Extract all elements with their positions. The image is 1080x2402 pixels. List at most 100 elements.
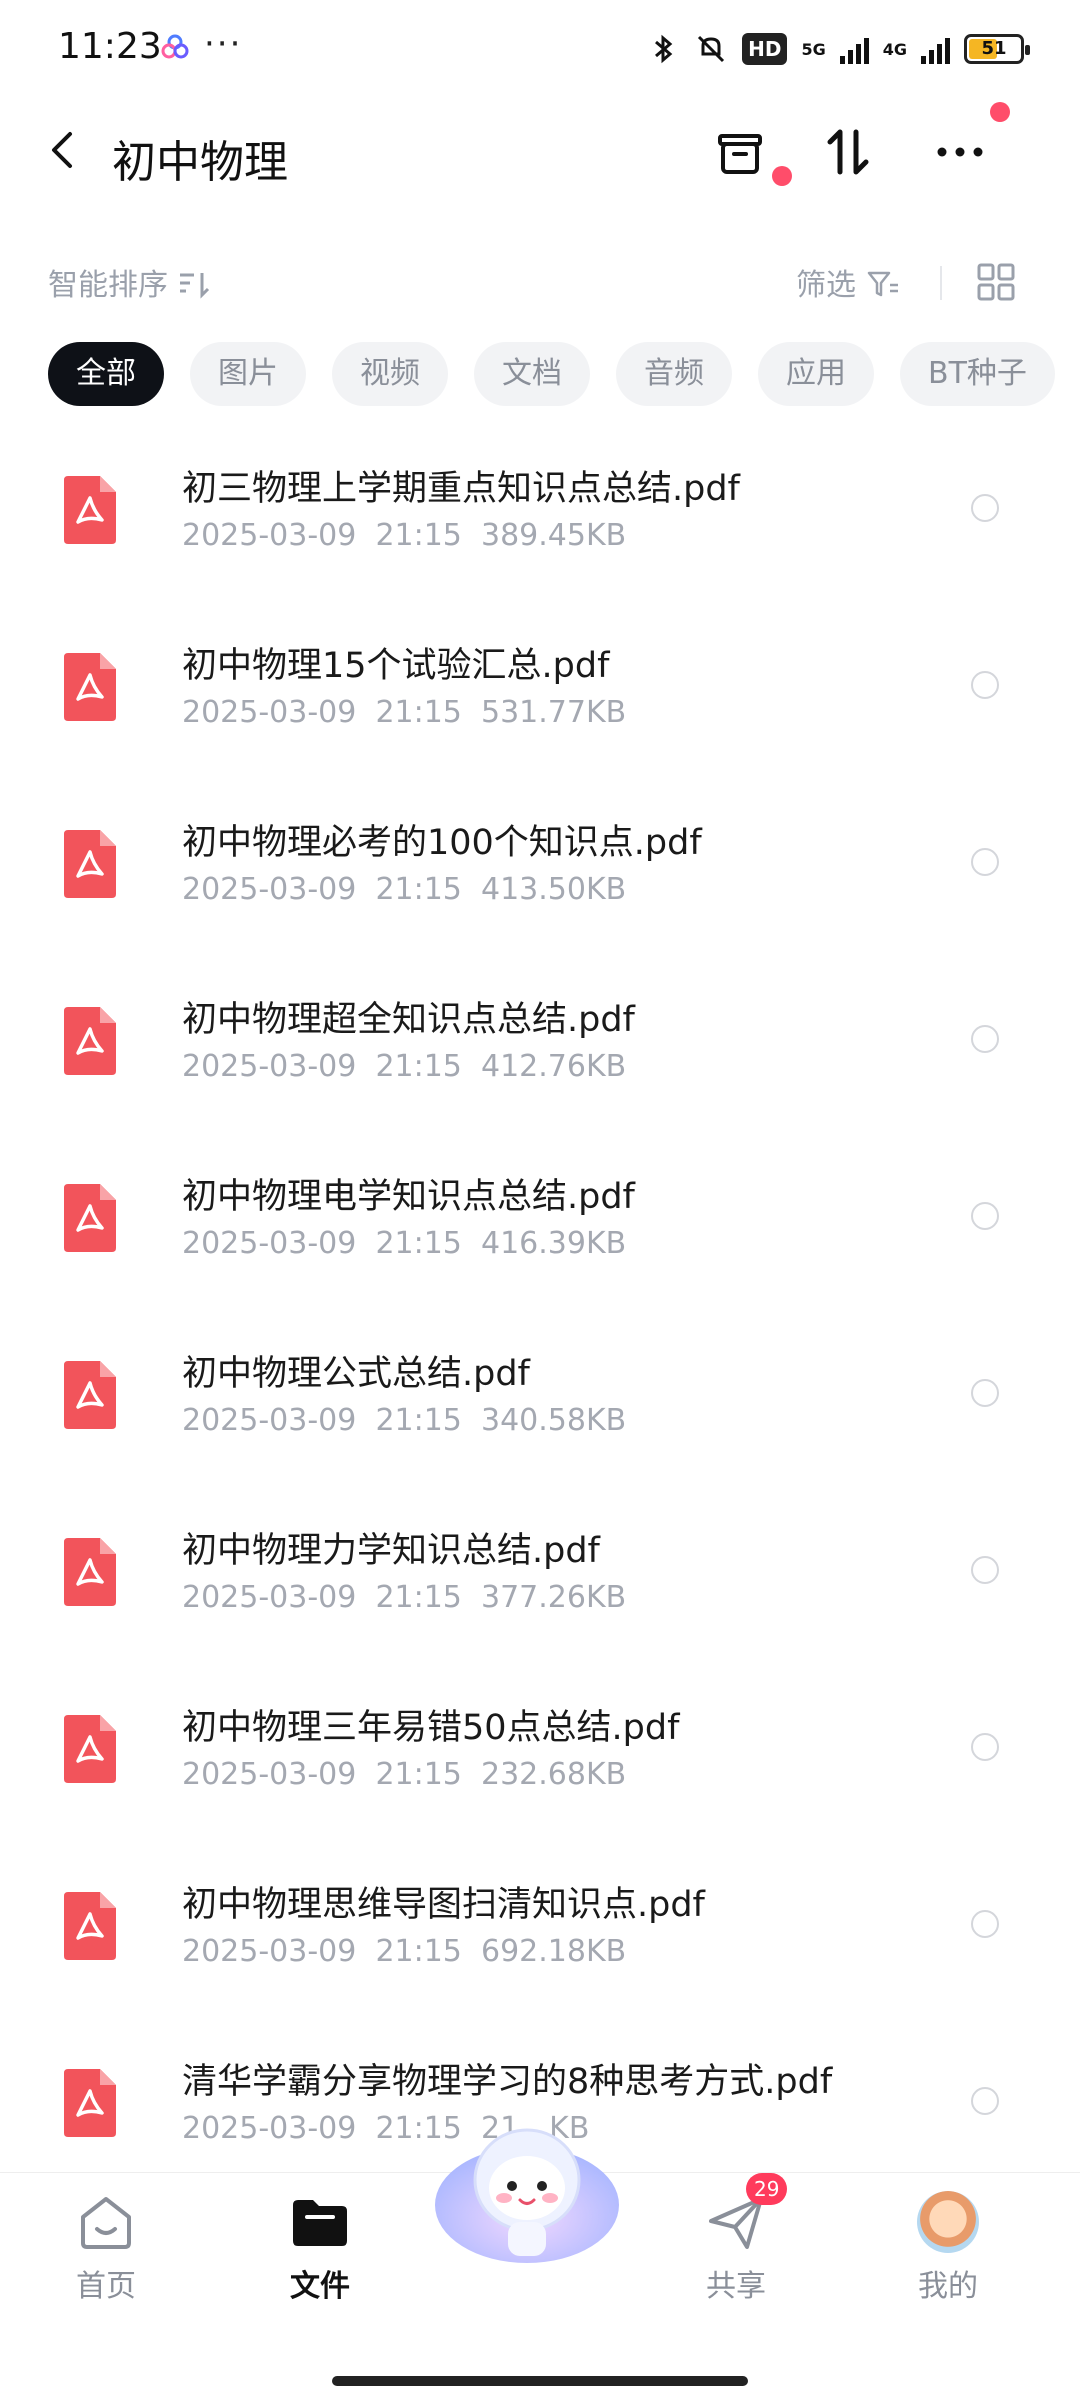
nav-share[interactable]: 29 共享 <box>676 2173 796 2305</box>
file-name: 清华学霸分享物理学习的8种思考方式.pdf <box>182 2062 833 2102</box>
select-radio[interactable] <box>971 1556 999 1584</box>
filter-icon <box>867 271 898 297</box>
file-date: 2025-03-09 <box>182 872 357 907</box>
back-icon[interactable] <box>42 128 86 172</box>
chip-documents[interactable]: 文档 <box>474 342 590 406</box>
file-row[interactable]: 初中物理必考的100个知识点.pdf 2025-03-09 21:15 413.5… <box>0 794 1080 971</box>
bluetooth-icon <box>655 34 673 64</box>
pdf-icon <box>64 1892 116 1960</box>
trash-notification-dot <box>772 166 792 186</box>
file-row[interactable]: 初中物理公式总结.pdf 2025-03-09 21:15 340.58KB <box>0 1325 1080 1502</box>
file-time: 21:15 <box>375 1580 462 1615</box>
file-name: 初中物理力学知识总结.pdf <box>182 1531 600 1571</box>
file-time: 21:15 <box>375 1403 462 1438</box>
file-row[interactable]: 初中物理电学知识点总结.pdf 2025-03-09 21:15 416.39KB <box>0 1148 1080 1325</box>
file-meta: 2025-03-09 21:15 692.18KB <box>182 1934 626 1969</box>
filter-label: 筛选 <box>796 268 856 303</box>
pdf-icon <box>64 1715 116 1783</box>
more-notification-dot <box>990 102 1010 122</box>
file-date: 2025-03-09 <box>182 518 357 553</box>
file-row[interactable]: 初中物理超全知识点总结.pdf 2025-03-09 21:15 412.76KB <box>0 971 1080 1148</box>
chip-bt-torrent[interactable]: BT种子 <box>900 342 1055 406</box>
file-size: 389.45KB <box>480 518 627 553</box>
file-name: 初中物理电学知识点总结.pdf <box>182 1177 635 1217</box>
chip-images[interactable]: 图片 <box>190 342 306 406</box>
file-time: 21:15 <box>375 695 462 730</box>
select-radio[interactable] <box>971 848 999 876</box>
select-radio[interactable] <box>971 1379 999 1407</box>
pdf-icon <box>64 830 116 898</box>
select-radio[interactable] <box>971 2087 999 2115</box>
file-size: 340.58KB <box>480 1403 627 1438</box>
file-row[interactable]: 初中物理15个试验汇总.pdf 2025-03-09 21:15 531.77KB <box>0 617 1080 794</box>
file-meta: 2025-03-09 21:15 389.45KB <box>182 518 626 553</box>
grid-view-icon[interactable] <box>976 262 1016 302</box>
pdf-icon <box>64 1007 116 1075</box>
status-time: 11:23 <box>58 26 162 67</box>
chip-apps[interactable]: 应用 <box>758 342 874 406</box>
file-meta: 2025-03-09 21:15 232.68KB <box>182 1757 626 1792</box>
file-meta: 2025-03-09 21:15 416.39KB <box>182 1226 626 1261</box>
status-indicators: HD 5G 4G 51 <box>646 24 1030 74</box>
nav-home[interactable]: 首页 <box>46 2173 166 2305</box>
file-name: 初中物理15个试验汇总.pdf <box>182 646 610 686</box>
app-notification-icon <box>161 34 189 59</box>
network-4g-label: 4G <box>882 39 907 59</box>
file-meta: 2025-03-09 21:15 340.58KB <box>182 1403 626 1438</box>
file-time: 21:15 <box>375 872 462 907</box>
file-name: 初中物理超全知识点总结.pdf <box>182 1000 635 1040</box>
file-row[interactable]: 初三物理上学期重点知识点总结.pdf 2025-03-09 21:15 389.4… <box>0 440 1080 617</box>
pdf-icon <box>64 1538 116 1606</box>
chip-videos[interactable]: 视频 <box>332 342 448 406</box>
trash-icon[interactable] <box>710 122 770 182</box>
file-row[interactable]: 初中物理思维导图扫清知识点.pdf 2025-03-09 21:15 692.18… <box>0 1856 1080 2033</box>
status-more-icon: ··· <box>204 24 243 64</box>
file-meta: 2025-03-09 21:15 377.26KB <box>182 1580 626 1615</box>
nav-home-label: 首页 <box>76 2269 136 2304</box>
file-date: 2025-03-09 <box>182 1580 357 1615</box>
file-size: 412.76KB <box>480 1049 627 1084</box>
sort-button[interactable]: 智能排序 <box>48 260 212 304</box>
file-size: 692.18KB <box>480 1934 627 1969</box>
file-size: 232.68KB <box>480 1757 627 1792</box>
nav-files[interactable]: 文件 <box>260 2173 380 2305</box>
file-row[interactable]: 初中物理力学知识总结.pdf 2025-03-09 21:15 377.26KB <box>0 1502 1080 1679</box>
select-radio[interactable] <box>971 671 999 699</box>
file-date: 2025-03-09 <box>182 1934 357 1969</box>
file-time: 21:15 <box>375 518 462 553</box>
select-radio[interactable] <box>971 1202 999 1230</box>
file-size: 377.26KB <box>480 1580 627 1615</box>
file-name: 初中物理公式总结.pdf <box>182 1354 530 1394</box>
more-icon[interactable] <box>930 122 990 182</box>
file-list: 初三物理上学期重点知识点总结.pdf 2025-03-09 21:15 389.4… <box>0 440 1080 2210</box>
chip-all[interactable]: 全部 <box>48 342 164 406</box>
file-meta: 2025-03-09 21:15 531.77KB <box>182 695 626 730</box>
file-size: 531.77KB <box>480 695 627 730</box>
file-name: 初三物理上学期重点知识点总结.pdf <box>182 469 740 509</box>
sort-arrows-icon[interactable] <box>818 122 878 182</box>
file-name: 初中物理思维导图扫清知识点.pdf <box>182 1885 705 1925</box>
select-radio[interactable] <box>971 1733 999 1761</box>
select-radio[interactable] <box>971 494 999 522</box>
toolbar-divider <box>940 266 942 300</box>
filter-button[interactable]: 筛选 <box>796 260 900 304</box>
signal-bars-icon <box>839 34 869 64</box>
home-icon <box>81 2197 131 2249</box>
pdf-icon <box>64 1184 116 1252</box>
file-row[interactable]: 初中物理三年易错50点总结.pdf 2025-03-09 21:15 232.68… <box>0 1679 1080 1856</box>
battery-level: 51 <box>981 38 1007 59</box>
mascot-assistant-button[interactable] <box>432 2110 622 2270</box>
select-radio[interactable] <box>971 1025 999 1053</box>
nav-me[interactable]: 我的 <box>888 2173 1008 2305</box>
chip-audio[interactable]: 音频 <box>616 342 732 406</box>
avatar <box>917 2191 979 2253</box>
folder-icon <box>293 2200 347 2246</box>
category-chips: 全部 图片 视频 文档 音频 应用 BT种子 <box>48 342 1080 406</box>
select-radio[interactable] <box>971 1910 999 1938</box>
file-name: 初中物理三年易错50点总结.pdf <box>182 1708 680 1748</box>
pdf-icon <box>64 476 116 544</box>
nav-me-label: 我的 <box>918 2269 978 2304</box>
file-date: 2025-03-09 <box>182 1757 357 1792</box>
file-name: 初中物理必考的100个知识点.pdf <box>182 823 702 863</box>
network-5g-label: 5G <box>801 39 826 59</box>
